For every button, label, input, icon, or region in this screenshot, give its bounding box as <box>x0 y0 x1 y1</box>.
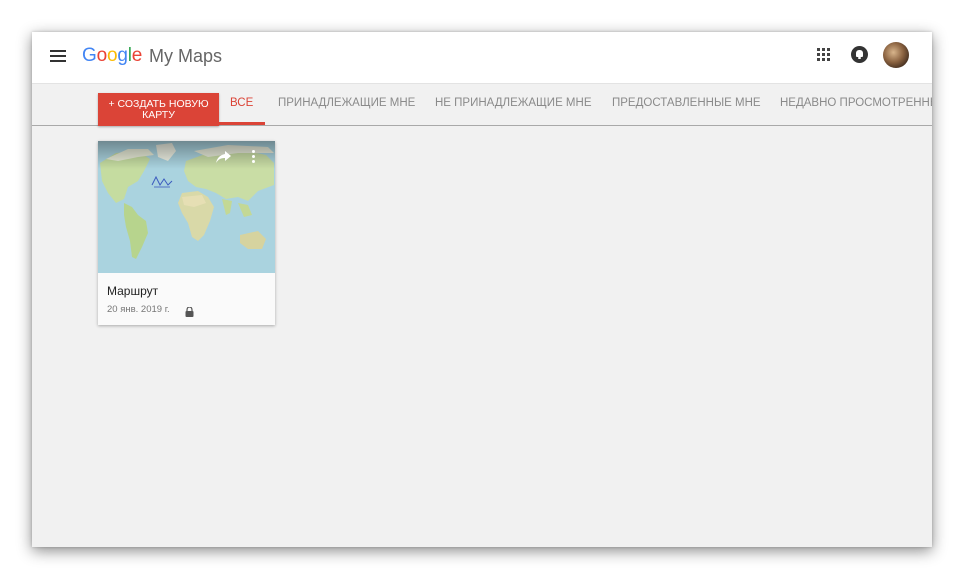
map-thumbnail[interactable] <box>98 141 275 273</box>
top-bar: Google My Maps <box>32 32 932 84</box>
notifications-icon[interactable] <box>851 46 868 63</box>
map-title[interactable]: Маршрут <box>107 284 158 298</box>
tab-not-owned-by-me[interactable]: НЕ ПРИНАДЛЕЖАЩИЕ МНЕ <box>435 97 592 109</box>
more-options-icon[interactable] <box>250 149 258 165</box>
app-window: Google My Maps + СОЗДАТЬ НОВУЮ КАРТУ ВСЕ… <box>32 32 932 547</box>
hamburger-menu-icon[interactable] <box>50 50 66 62</box>
map-date: 20 янв. 2019 г. <box>107 304 170 315</box>
tab-owned-by-me[interactable]: ПРИНАДЛЕЖАЩИЕ МНЕ <box>278 97 415 109</box>
tab-all[interactable]: ВСЕ <box>230 97 253 109</box>
tab-recently-viewed[interactable]: НЕДАВНО ПРОСМОТРЕННЫЕ <box>780 97 932 109</box>
tabs-bar: + СОЗДАТЬ НОВУЮ КАРТУ ВСЕ ПРИНАДЛЕЖАЩИЕ … <box>32 84 932 126</box>
apps-grid-icon[interactable] <box>817 48 831 62</box>
active-tab-indicator <box>219 122 265 125</box>
share-icon[interactable] <box>215 150 233 164</box>
lock-icon <box>185 304 194 317</box>
tab-shared-with-me[interactable]: ПРЕДОСТАВЛЕННЫЕ МНЕ <box>612 97 761 109</box>
avatar[interactable] <box>883 42 909 68</box>
create-new-map-button[interactable]: + СОЗДАТЬ НОВУЮ КАРТУ <box>98 93 219 126</box>
google-logo: Google <box>82 45 143 66</box>
product-name: My Maps <box>149 46 223 66</box>
map-card[interactable]: Маршрут 20 янв. 2019 г. <box>98 141 275 325</box>
